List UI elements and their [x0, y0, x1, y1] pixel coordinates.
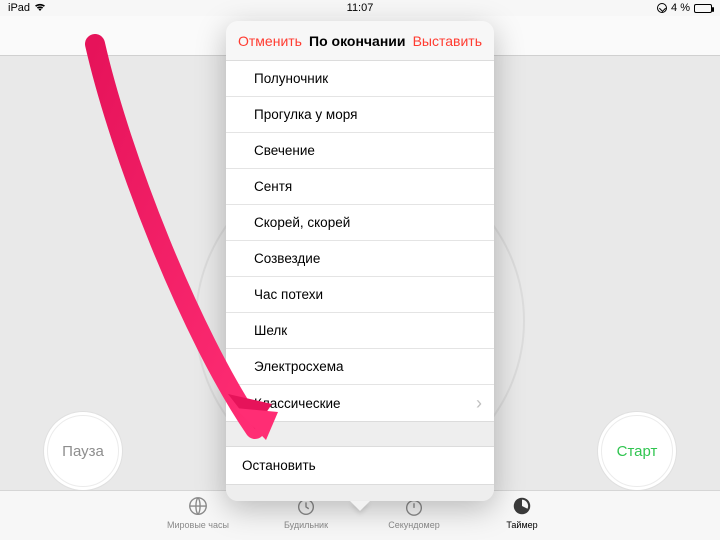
cancel-button[interactable]: Отменить [238, 33, 302, 49]
ringtone-list[interactable]: Полуночник Прогулка у моря Свечение Сент… [226, 61, 494, 421]
when-timer-ends-popover: Отменить По окончании Выставить Полуночн… [226, 21, 494, 501]
wifi-icon [34, 2, 46, 15]
list-item-label: Созвездие [254, 251, 320, 266]
list-item-label: Прогулка у моря [254, 107, 357, 122]
list-item-label: Электросхема [254, 359, 344, 374]
tab-label: Таймер [506, 520, 537, 530]
start-label: Старт [617, 443, 658, 460]
list-item-label: Шелк [254, 323, 287, 338]
list-item-label: Свечение [254, 143, 315, 158]
orientation-lock-icon [657, 3, 667, 13]
list-item-classic[interactable]: Классические [226, 385, 494, 421]
tab-timer[interactable]: Таймер [487, 495, 557, 530]
clock-label: 11:07 [243, 2, 478, 14]
popover-title: По окончании [309, 33, 405, 49]
pause-label: Пауза [62, 443, 104, 460]
list-item[interactable]: Прогулка у моря [226, 97, 494, 133]
status-bar: iPad 11:07 4 % [0, 0, 720, 16]
list-item[interactable]: Шелк [226, 313, 494, 349]
list-item-label: Полуночник [254, 71, 328, 86]
tab-world-clock[interactable]: Мировые часы [163, 495, 233, 530]
list-item[interactable]: Час потехи [226, 277, 494, 313]
device-label: iPad [8, 2, 30, 14]
section-gap [226, 421, 494, 447]
globe-icon [187, 495, 209, 519]
tab-label: Будильник [284, 520, 328, 530]
list-item[interactable]: Созвездие [226, 241, 494, 277]
list-item[interactable]: Скорей, скорей [226, 205, 494, 241]
tab-label: Мировые часы [167, 520, 229, 530]
list-item-label: Час потехи [254, 287, 323, 302]
popover-footer-gap [226, 485, 494, 501]
list-item-label: Сентя [254, 179, 292, 194]
list-item[interactable]: Электросхема [226, 349, 494, 385]
popover-header: Отменить По окончании Выставить [226, 21, 494, 61]
list-item[interactable]: Сентя [226, 169, 494, 205]
timer-icon [511, 495, 533, 519]
list-item[interactable]: Полуночник [226, 61, 494, 97]
set-button[interactable]: Выставить [413, 33, 482, 49]
stop-playing-item[interactable]: Остановить [226, 447, 494, 485]
list-item-label: Классические [254, 396, 341, 411]
tab-label: Секундомер [388, 520, 439, 530]
screen: iPad 11:07 4 % Пауза Старт ♫ Радар Миров… [0, 0, 720, 540]
list-item[interactable]: Свечение [226, 133, 494, 169]
battery-icon [694, 4, 712, 13]
battery-text: 4 % [671, 2, 690, 14]
popover-caret-icon [350, 501, 370, 511]
stop-label: Остановить [242, 458, 316, 473]
list-item-label: Скорей, скорей [254, 215, 350, 230]
